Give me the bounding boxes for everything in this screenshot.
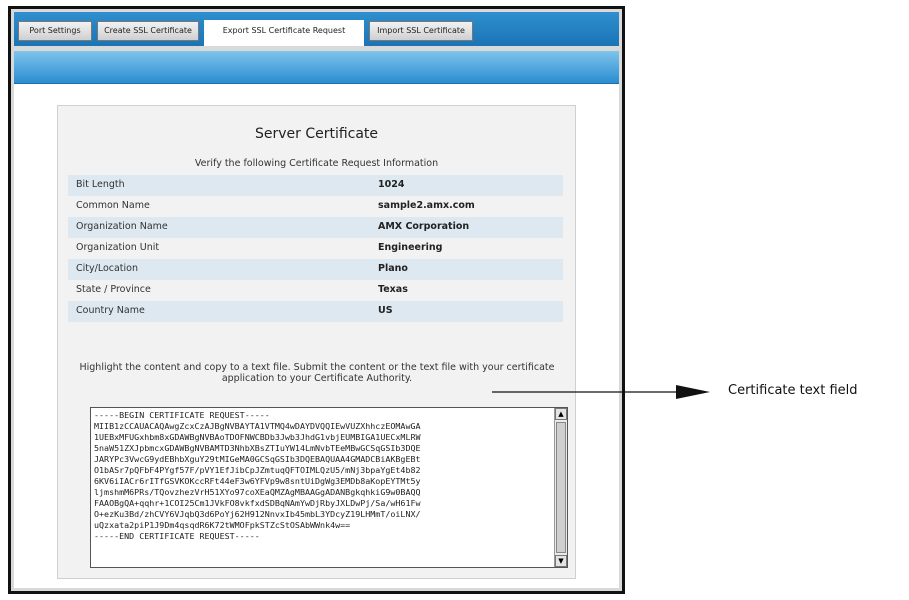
callout-label: Certificate text field [728, 383, 858, 398]
callout-arrow [492, 385, 710, 399]
callout-arrowhead-icon [676, 385, 710, 399]
